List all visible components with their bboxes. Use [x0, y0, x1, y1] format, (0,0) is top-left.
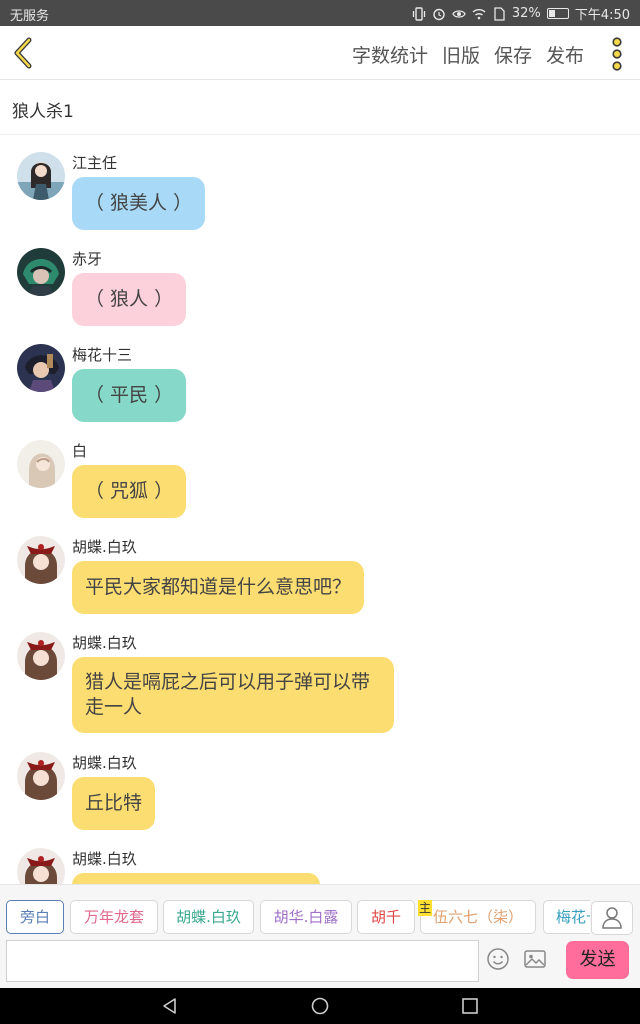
publish-button[interactable]: 发布 — [546, 41, 584, 68]
speaker-name: 胡蝶.白玖 — [72, 634, 137, 652]
sim-icon — [494, 6, 505, 21]
avatar[interactable] — [17, 632, 65, 680]
eye-comfort-icon — [452, 9, 466, 18]
message-bubble[interactable]: （ 狼美人 ） — [72, 177, 206, 230]
message-bubble[interactable]: （ 咒狐 ） — [72, 465, 187, 518]
clock: 下午4:50 — [574, 8, 630, 23]
role-chip[interactable]: 万年龙套 — [70, 900, 158, 934]
role-chip[interactable]: 旁白 — [6, 900, 64, 934]
speaker-name: 梅花十三 — [72, 346, 133, 364]
wifi-icon — [472, 8, 486, 19]
back-arrow-icon[interactable] — [8, 36, 40, 70]
vibrate-icon — [412, 6, 426, 21]
avatar[interactable] — [17, 248, 65, 296]
send-button[interactable]: 发送 — [566, 941, 629, 979]
battery-icon — [546, 8, 569, 19]
alarm-icon — [433, 8, 445, 20]
speaker-name: 江主任 — [72, 154, 118, 172]
message-bubble[interactable]: 平民大家都知道是什么意思吧？ — [72, 561, 365, 614]
carrier-text: 无服务 — [10, 9, 50, 24]
role-chip[interactable]: 胡蝶.白玖 — [163, 900, 254, 934]
avatar[interactable] — [17, 152, 65, 200]
avatar[interactable] — [17, 752, 65, 800]
nav-recents-icon[interactable] — [460, 996, 480, 1016]
status-icons: 32% 下午4:50 — [412, 4, 630, 23]
old-version-button[interactable]: 旧版 — [442, 41, 480, 68]
speaker-name: 胡蝶.白玖 — [72, 850, 137, 868]
avatar[interactable] — [17, 344, 65, 392]
message-bubble[interactable]: 丘比特 — [72, 777, 156, 830]
message-bubble[interactable]: 猎人是嗝屁之后可以用子弹可以带走一人 — [72, 657, 394, 733]
system-nav-bar — [0, 988, 640, 1024]
speaker-name: 白 — [72, 442, 88, 460]
battery-percent: 32% — [511, 6, 541, 21]
avatar[interactable] — [17, 440, 65, 488]
story-title[interactable]: 狼人杀1 — [12, 97, 74, 122]
image-icon[interactable] — [523, 947, 547, 971]
avatar[interactable] — [17, 536, 65, 584]
role-chip[interactable]: 梅花十三 — [543, 900, 590, 934]
role-selector[interactable]: 旁白 万年龙套 胡蝶.白玖 胡华.白露 胡千 伍六七（柒） 主 梅花十三 — [6, 900, 590, 936]
compose-panel: 旁白 万年龙套 胡蝶.白玖 胡华.白露 胡千 伍六七（柒） 主 梅花十三 发送 — [0, 884, 640, 988]
role-chip[interactable]: 胡华.白露 — [260, 900, 352, 934]
speaker-name: 胡蝶.白玖 — [72, 754, 137, 772]
message-bubble[interactable]: （ 平民 ） — [72, 369, 187, 422]
role-chip[interactable]: 伍六七（柒） — [420, 900, 536, 934]
more-menu-icon[interactable] — [610, 37, 624, 71]
role-chip[interactable]: 胡千 — [357, 900, 415, 934]
lead-role-badge: 主 — [418, 900, 432, 916]
chat-list[interactable]: 江主任 （ 狼美人 ） 赤牙 （ 狼人 ） 梅花十三 （ 平民 ） 白 （ 咒狐… — [0, 136, 640, 884]
top-toolbar: 字数统计 旧版 保存 发布 — [0, 26, 640, 80]
speaker-name: 胡蝶.白玖 — [72, 538, 137, 556]
message-bubble[interactable] — [72, 873, 320, 884]
person-icon — [602, 907, 622, 929]
word-count-button[interactable]: 字数统计 — [352, 41, 428, 68]
status-bar: 无服务 32% 下午4:50 — [0, 0, 640, 26]
add-role-button[interactable] — [591, 901, 633, 935]
nav-back-icon[interactable] — [160, 996, 180, 1016]
emoji-icon[interactable] — [486, 947, 510, 971]
save-button[interactable]: 保存 — [494, 41, 532, 68]
story-title-row: 狼人杀1 — [0, 81, 640, 135]
nav-home-icon[interactable] — [310, 996, 330, 1016]
toolbar-actions: 字数统计 旧版 保存 发布 — [352, 41, 584, 68]
speaker-name: 赤牙 — [72, 250, 103, 268]
message-input[interactable] — [6, 940, 479, 982]
avatar[interactable] — [17, 848, 65, 884]
message-bubble[interactable]: （ 狼人 ） — [72, 273, 187, 326]
